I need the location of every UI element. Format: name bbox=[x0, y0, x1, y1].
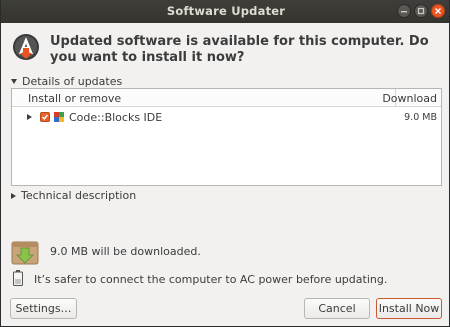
package-icon bbox=[54, 112, 64, 122]
expander-open-icon bbox=[11, 79, 17, 84]
install-checkbox[interactable] bbox=[40, 112, 50, 122]
software-updater-window: Software Updater Updated software is ava… bbox=[0, 0, 450, 327]
minimize-icon[interactable] bbox=[397, 4, 411, 18]
power-warning: It’s safer to connect the computer to AC… bbox=[34, 273, 388, 286]
expander-closed-icon bbox=[11, 192, 16, 199]
cancel-button[interactable]: Cancel bbox=[304, 298, 370, 319]
battery-icon bbox=[13, 270, 23, 286]
details-expander-label: Details of updates bbox=[22, 75, 123, 88]
package-download-icon bbox=[11, 241, 39, 265]
update-headline: Updated software is available for this c… bbox=[50, 34, 429, 65]
technical-expander[interactable]: Technical description bbox=[11, 189, 136, 202]
updates-list-header: Install or remove Download bbox=[12, 89, 441, 107]
technical-expander-label: Technical description bbox=[21, 189, 137, 202]
install-now-button[interactable]: Install Now bbox=[376, 298, 442, 319]
update-row[interactable]: Code::Blocks IDE 9.0 MB bbox=[12, 107, 441, 126]
download-size-info: 9.0 MB will be downloaded. bbox=[50, 245, 201, 258]
settings-button[interactable]: Settings… bbox=[10, 298, 77, 319]
close-icon[interactable] bbox=[431, 4, 445, 18]
column-download[interactable]: Download bbox=[382, 92, 437, 105]
updates-list[interactable]: Install or remove Download Code::Blocks … bbox=[11, 88, 442, 186]
package-size: 9.0 MB bbox=[404, 112, 437, 123]
window-title: Software Updater bbox=[166, 4, 286, 18]
details-expander[interactable]: Details of updates bbox=[11, 75, 122, 88]
window-controls bbox=[397, 4, 445, 18]
software-updater-icon bbox=[13, 34, 39, 60]
title-bar[interactable]: Software Updater bbox=[1, 0, 449, 23]
maximize-icon[interactable] bbox=[414, 4, 428, 18]
row-expand-icon[interactable] bbox=[27, 114, 32, 120]
column-install-or-remove[interactable]: Install or remove bbox=[28, 92, 121, 105]
package-name: Code::Blocks IDE bbox=[69, 111, 163, 124]
